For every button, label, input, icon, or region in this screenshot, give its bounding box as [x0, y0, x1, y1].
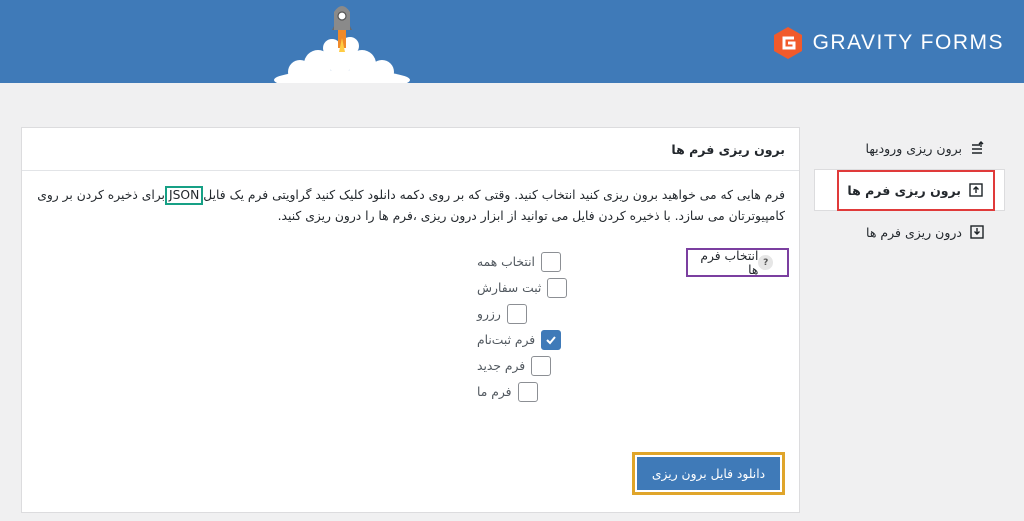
form-option[interactable]: فرم ثبت‌نام	[477, 327, 627, 353]
form-option-label: ثبت سفارش	[477, 281, 542, 295]
nav-item-import-forms[interactable]: درون ریزی فرم ها	[814, 211, 1005, 253]
desc-part-1: فرم هایی که می خواهید برون ریزی کنید انت…	[203, 188, 785, 202]
nav-label: درون ریزی فرم ها	[866, 224, 962, 240]
import-download-icon	[969, 224, 985, 240]
nav-label: برون ریزی ورودیها	[865, 140, 962, 156]
checkbox[interactable]	[531, 356, 552, 376]
help-icon[interactable]: ?	[758, 255, 773, 270]
checkbox[interactable]	[506, 304, 527, 324]
form-option-label: رزرو	[477, 307, 501, 321]
checkbox-checked[interactable]	[541, 330, 562, 350]
app-header: GRAVITY FORMS	[0, 0, 1024, 83]
export-import-nav: برون ریزی ورودیها برون ریزی فرم ها درون …	[814, 127, 1005, 253]
rocket-illustration	[274, 6, 410, 83]
form-option-label: فرم جدید	[477, 359, 526, 373]
download-export-button[interactable]: دانلود فایل برون ریزی	[637, 457, 780, 490]
form-option[interactable]: ثبت سفارش	[477, 275, 627, 301]
forms-checkbox-list: انتخاب همه ثبت سفارش رزرو فرم ثبت‌نام فر…	[477, 249, 627, 405]
form-option[interactable]: فرم جدید	[477, 353, 627, 379]
select-forms-text: انتخاب فرم ها	[700, 248, 759, 277]
checkmark-icon	[546, 336, 556, 345]
panel-header: برون ریزی فرم ها	[22, 128, 799, 171]
form-option-select-all[interactable]: انتخاب همه	[477, 249, 627, 275]
export-upload-icon	[968, 182, 984, 198]
nav-item-export-entries[interactable]: برون ریزی ورودیها	[814, 127, 1005, 169]
form-option-label: فرم ما	[477, 385, 512, 399]
gravity-forms-logo-icon	[773, 27, 802, 59]
download-button-highlight: دانلود فایل برون ریزی	[632, 452, 785, 495]
nav-item-export-forms[interactable]: برون ریزی فرم ها	[814, 169, 1005, 211]
form-option-label: فرم ثبت‌نام	[477, 333, 536, 347]
form-option[interactable]: رزرو	[477, 301, 627, 327]
checkbox[interactable]	[517, 382, 538, 402]
panel-title: برون ریزی فرم ها	[671, 141, 785, 157]
export-entries-icon	[969, 140, 985, 156]
brand-name: GRAVITY FORMS	[812, 31, 1004, 54]
export-forms-panel: برون ریزی فرم ها فرم هایی که می خواهید ب…	[21, 127, 800, 513]
brand: GRAVITY FORMS	[771, 26, 1004, 60]
json-highlight: JSON	[164, 186, 204, 205]
checkbox[interactable]	[540, 252, 561, 272]
select-forms-label: انتخاب فرم ها ?	[686, 248, 789, 277]
form-option-label: انتخاب همه	[477, 255, 535, 269]
form-option[interactable]: فرم ما	[477, 379, 627, 405]
panel-description: فرم هایی که می خواهید برون ریزی کنید انت…	[33, 185, 785, 227]
nav-label: برون ریزی فرم ها	[847, 182, 961, 198]
checkbox[interactable]	[547, 278, 568, 298]
